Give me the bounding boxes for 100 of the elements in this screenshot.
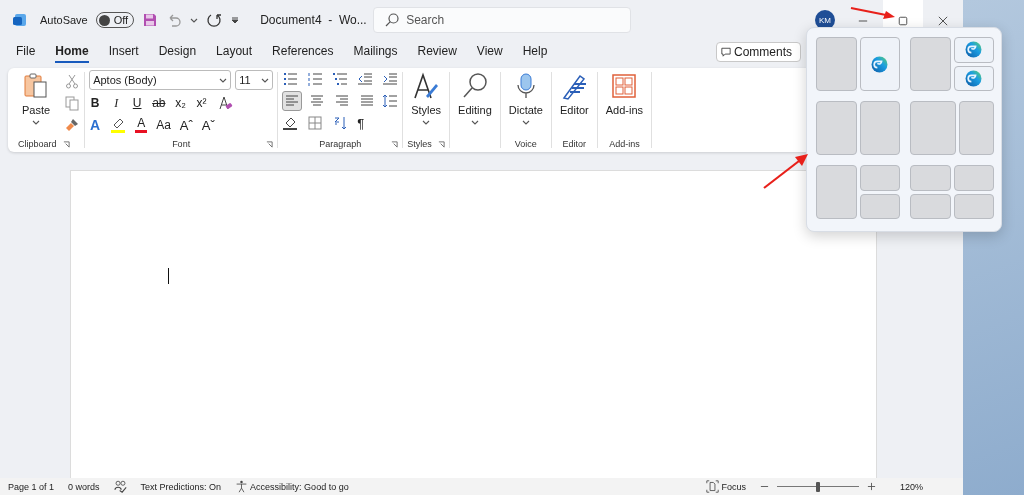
styles-button[interactable]: Styles: [407, 70, 446, 136]
maximize-icon: [898, 16, 908, 26]
multilevel-list-icon[interactable]: [332, 71, 349, 87]
comment-icon: [721, 47, 731, 57]
snap-zone[interactable]: [953, 65, 994, 91]
line-spacing-icon[interactable]: [382, 93, 399, 109]
align-left-icon: [284, 93, 301, 109]
format-button[interactable]: B: [89, 96, 102, 110]
group-label: Editor: [562, 139, 587, 149]
justify-icon: [359, 93, 376, 109]
search-field[interactable]: Search: [373, 7, 632, 33]
bullet-list-icon[interactable]: [282, 71, 299, 87]
zoom-slider-thumb[interactable]: [815, 481, 820, 492]
chevron-down-icon: [32, 118, 41, 126]
annotation-arrow: [763, 153, 809, 189]
highlight-button[interactable]: [110, 117, 127, 133]
customize-toolbar-icon[interactable]: [230, 15, 241, 25]
format-button[interactable]: x₂: [174, 96, 187, 110]
dialog-launcher-icon[interactable]: [266, 140, 274, 148]
close-icon: [938, 16, 948, 26]
ribbon-tab[interactable]: Mailings: [353, 41, 398, 63]
chevron-down-icon[interactable]: [190, 16, 199, 24]
ribbon-tab[interactable]: References: [272, 41, 334, 63]
text-predictions-status[interactable]: Text Predictions: On: [140, 481, 222, 492]
ribbon-tab[interactable]: Layout: [216, 41, 253, 63]
ribbon-tab[interactable]: Insert: [108, 41, 139, 63]
dialog-launcher-icon[interactable]: [391, 140, 399, 148]
editor-button[interactable]: Editor: [556, 70, 593, 136]
window-title: Document4 - Wo...: [260, 13, 366, 27]
group-label: Font: [172, 139, 191, 149]
accessibility-status[interactable]: Accessibility: Good to go: [235, 480, 349, 493]
ribbon-tab[interactable]: Design: [158, 41, 197, 63]
font-family-dropdown[interactable]: Aptos (Body): [89, 70, 232, 90]
format-painter-icon[interactable]: [64, 117, 81, 133]
decrease-indent-icon[interactable]: [357, 71, 374, 87]
redo-icon[interactable]: [206, 12, 223, 28]
font-effect-button[interactable]: Aˆ: [179, 117, 193, 133]
paste-button[interactable]: Paste: [18, 70, 55, 136]
font-effect-button[interactable]: Aˇ: [201, 117, 215, 133]
text-cursor: [168, 268, 169, 284]
ribbon-tab[interactable]: View: [476, 41, 503, 63]
add-ins-button[interactable]: Add-ins: [601, 70, 648, 136]
group-label: Paragraph: [319, 139, 362, 149]
dialog-launcher-icon[interactable]: [437, 140, 445, 148]
word-count[interactable]: 0 words: [68, 481, 100, 492]
save-icon[interactable]: [142, 12, 159, 28]
sort-icon[interactable]: [332, 115, 349, 131]
snap-zone[interactable]: [953, 37, 994, 63]
annotation-arrow: [850, 6, 896, 20]
font-effect-button[interactable]: A: [89, 117, 102, 133]
format-button[interactable]: ab: [152, 96, 166, 110]
search-icon: [460, 72, 489, 100]
zoom-level[interactable]: 120%: [899, 481, 923, 492]
chevron-down-icon: [521, 118, 530, 126]
group-label: Styles: [407, 139, 432, 149]
search-icon: [384, 12, 401, 28]
autosave-label: AutoSave: [40, 14, 88, 26]
app-icon[interactable]: [12, 12, 28, 28]
styles-icon: [412, 72, 441, 100]
proofing-icon[interactable]: [113, 480, 127, 493]
grid-icon: [610, 72, 639, 100]
borders-icon[interactable]: [307, 115, 324, 131]
increase-indent-icon[interactable]: [382, 71, 399, 87]
group-label: Voice: [514, 139, 537, 149]
browser-icon: [871, 55, 889, 73]
shading-icon[interactable]: [282, 115, 299, 131]
format-button[interactable]: I: [110, 95, 123, 111]
editing-button[interactable]: Editing: [454, 70, 496, 136]
dialog-launcher-icon[interactable]: [62, 140, 70, 148]
comments-button[interactable]: Comments: [716, 42, 801, 62]
zoom-in-icon[interactable]: [866, 482, 876, 491]
focus-button[interactable]: Focus: [706, 480, 746, 493]
font-effect-button[interactable]: Aa: [156, 118, 171, 132]
search-input[interactable]: Search: [406, 8, 631, 32]
font-size-dropdown[interactable]: 11: [235, 70, 274, 90]
numbered-list-icon[interactable]: [307, 71, 324, 87]
accessibility-icon: [235, 480, 249, 493]
ribbon-tab[interactable]: Home: [55, 41, 89, 63]
browser-icon: [965, 41, 983, 59]
font-effect-button[interactable]: A: [135, 117, 148, 133]
clear-formatting-icon[interactable]: [216, 95, 233, 111]
chevron-down-icon: [261, 76, 270, 84]
snap-zone[interactable]: [859, 37, 900, 91]
align-right-icon: [334, 93, 351, 109]
format-button[interactable]: x²: [195, 96, 208, 110]
chevron-down-icon: [422, 118, 431, 126]
ribbon-tab[interactable]: Review: [417, 41, 457, 63]
avatar[interactable]: KM: [815, 10, 835, 30]
ribbon-tab[interactable]: File: [16, 41, 36, 63]
cut-icon[interactable]: [64, 73, 81, 89]
ribbon-tab[interactable]: Help: [522, 41, 548, 63]
page-count[interactable]: Page 1 of 1: [8, 481, 55, 492]
align-center-icon: [309, 93, 326, 109]
dictate-button[interactable]: Dictate: [504, 70, 547, 136]
copy-icon[interactable]: [64, 95, 81, 111]
group-label: Add-ins: [609, 139, 640, 149]
show-formatting-marks-button[interactable]: ¶: [357, 115, 365, 131]
chevron-down-icon: [219, 76, 228, 84]
pen-icon: [560, 72, 589, 100]
format-button[interactable]: U: [131, 96, 144, 110]
